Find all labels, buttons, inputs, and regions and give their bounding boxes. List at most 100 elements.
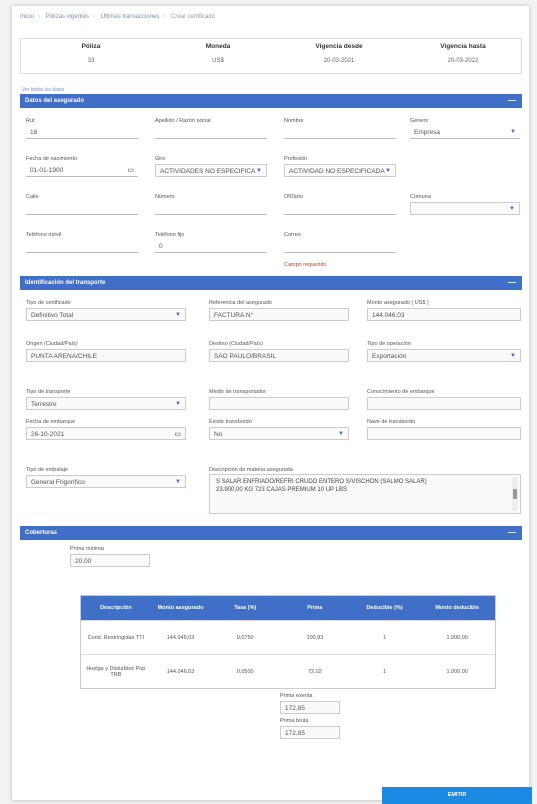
column-header: Tasa (%) (234, 605, 257, 611)
tipo-certificado-select[interactable]: Definitivo Total ▼ (26, 308, 186, 321)
breadcrumb-sep: › (163, 14, 166, 20)
ofdpto-label: Of/Dpto (284, 194, 303, 200)
genero-value: Empresa (414, 129, 441, 136)
breadcrumb-inicio[interactable]: Inicio (20, 14, 34, 20)
table-row: Cond. Restringidas TTI 144.046,03 0,0750… (81, 620, 495, 654)
scrollbar-thumb[interactable] (513, 489, 517, 499)
profesion-value: ACTIVIDAD NO ESPECIFICADA (289, 168, 385, 175)
telefono-movil-field: Teléfono móvil (26, 232, 138, 253)
tipo-embalaje-select[interactable]: General Frigorífico ▼ (26, 475, 186, 488)
destino-label: Destino (Ciudad/País) (209, 341, 263, 347)
monto-asegurado-input[interactable]: 144.046,03 (367, 308, 521, 321)
descripcion-line: 23.900,00 KG 723 CAJAS PREMIUM 10 UP LBS (216, 487, 347, 493)
collapse-icon[interactable]: — (508, 94, 516, 108)
prima-exenta-label: Prima exenta (280, 693, 313, 699)
ofdpto-input[interactable] (284, 202, 396, 215)
telefono-movil-input[interactable] (26, 240, 138, 253)
destino-input[interactable]: SAO PAULO/BRASIL (209, 349, 349, 362)
nombre-input[interactable] (284, 126, 396, 139)
fecha-embarque-label: Fecha de embarque (26, 419, 76, 425)
section-header-transporte[interactable]: Identificación del transporte — (20, 276, 522, 290)
prima-bruta-field: Prima bruta 172,85 (280, 718, 340, 739)
dropdown-arrow-icon: ▼ (256, 168, 262, 174)
descripcion-field: Descripción de materia asegurada (209, 467, 521, 473)
calendar-icon[interactable]: ▭ (174, 428, 181, 439)
tipo-certificado-field: Tipo de certificado Definitivo Total ▼ (26, 300, 186, 321)
correo-field: Correo (284, 232, 396, 253)
descripcion-line: S SALAR ENFRIADO/REFRI CRUDO ENTERO S/VI… (216, 479, 427, 485)
dropdown-arrow-icon: ▼ (385, 168, 391, 174)
tipo-transporte-label: Tipo de transporte (26, 389, 71, 395)
section-title: Identificación del transporte (25, 280, 106, 286)
nave-transbordo-field: Nave de transbordo (367, 419, 521, 440)
breadcrumb-transacciones[interactable]: Últimas transacciones (101, 14, 160, 20)
breadcrumb-polizas[interactable]: Pólizas vigentes (46, 14, 89, 20)
conocimiento-embarque-label: Conocimiento de embarque (367, 389, 435, 395)
apellido-label: Apellido / Razón social (155, 118, 211, 124)
dropdown-arrow-icon: ▼ (510, 353, 516, 359)
giro-select[interactable]: ACTIVIDADES NO ESPECIFICA ▼ (155, 164, 267, 177)
numero-field: Número (155, 194, 267, 215)
genero-field: Género Empresa ▼ (410, 118, 520, 139)
correo-error: Campo requerido (284, 262, 327, 268)
section-title: Datos del asegurado (25, 98, 85, 104)
textarea-scrollbar[interactable] (512, 477, 518, 511)
section-header-asegurado[interactable]: Datos del asegurado — (20, 94, 522, 108)
nave-transbordo-input[interactable] (367, 427, 521, 440)
table-cell: 1 (382, 668, 387, 675)
section-header-coberturas[interactable]: Coberturas — (20, 526, 522, 540)
telefono-movil-label: Teléfono móvil (26, 232, 62, 238)
numero-input[interactable] (155, 202, 267, 215)
medio-transporte-label: Medio de transportador (209, 389, 266, 395)
column-header: Monto deducible (435, 605, 480, 611)
section-title: Coberturas (25, 530, 58, 536)
table-cell: Cond. Restringidas TTI (87, 634, 145, 641)
tipo-operacion-select[interactable]: Exportación ▼ (367, 349, 521, 362)
column-header: Monto asegurado (157, 605, 204, 611)
calle-input[interactable] (26, 202, 138, 215)
referencia-input[interactable]: FACTURA N° (209, 308, 349, 321)
destino-field: Destino (Ciudad/País) SAO PAULO/BRASIL (209, 341, 349, 362)
rut-input[interactable]: 18 (26, 126, 138, 139)
summary-desde: Vigencia desde 20-03-2021 (279, 43, 399, 64)
tipo-operacion-field: Tipo de operación Exportación ▼ (367, 341, 521, 362)
calendar-icon[interactable]: ▭ (127, 164, 134, 176)
emitir-button[interactable]: EMITIR (382, 787, 532, 804)
fecha-embarque-input[interactable]: 26-10-2021 ▭ (26, 427, 186, 440)
summary-value: 20-03-2021 (323, 58, 355, 64)
dropdown-arrow-icon: ▼ (338, 431, 344, 437)
tipo-transporte-select[interactable]: Terrestre ▼ (26, 397, 186, 410)
prima-minima-value: 20,00 (70, 554, 150, 567)
table-cell: 144.046,03 (166, 634, 195, 641)
column-header: Descripción (100, 605, 132, 611)
fecha-embarque-value: 26-10-2021 (31, 431, 65, 438)
dropdown-arrow-icon: ▼ (175, 401, 181, 407)
conocimiento-embarque-input[interactable] (367, 397, 521, 410)
medio-transporte-input[interactable] (209, 397, 349, 410)
table-header: Descripción Monto asegurado Tasa (%) Pri… (81, 596, 495, 620)
column-header: Deducible (%) (366, 605, 403, 611)
telefono-fijo-input[interactable]: 0 (155, 240, 267, 253)
telefono-fijo-field: Teléfono fijo 0 (155, 232, 267, 253)
summary-poliza: Póliza 33 (31, 43, 151, 64)
profesion-select[interactable]: ACTIVIDAD NO ESPECIFICADA ▼ (284, 164, 396, 177)
conocimiento-embarque-field: Conocimiento de embarque (367, 389, 521, 410)
view-all-link[interactable]: Ver todos los datos (22, 87, 65, 93)
dropdown-arrow-icon: ▼ (175, 479, 181, 485)
origen-input[interactable]: PUNTA ARENA/CHILE (26, 349, 186, 362)
descripcion-textarea[interactable]: S SALAR ENFRIADO/REFRI CRUDO ENTERO S/VI… (209, 474, 521, 514)
table-row: Huelga y Disturbios Pop TRB 144.046,03 0… (81, 654, 495, 688)
collapse-icon[interactable]: — (508, 526, 516, 540)
comuna-field: Comuna ▼ (410, 194, 520, 215)
calle-label: Calle (26, 194, 39, 200)
genero-select[interactable]: Empresa ▼ (410, 126, 520, 139)
apellido-input[interactable] (155, 126, 267, 139)
fecha-nacimiento-input[interactable]: 01-01-1900 ▭ (26, 164, 138, 177)
comuna-label: Comuna (410, 194, 431, 200)
existe-transbordo-select[interactable]: No ▼ (209, 427, 349, 440)
collapse-icon[interactable]: — (508, 276, 516, 290)
table-cell: 100,83 (306, 634, 324, 641)
correo-input[interactable] (284, 240, 396, 253)
table-cell: 144.046,03 (166, 668, 195, 675)
comuna-select[interactable]: ▼ (410, 202, 520, 215)
